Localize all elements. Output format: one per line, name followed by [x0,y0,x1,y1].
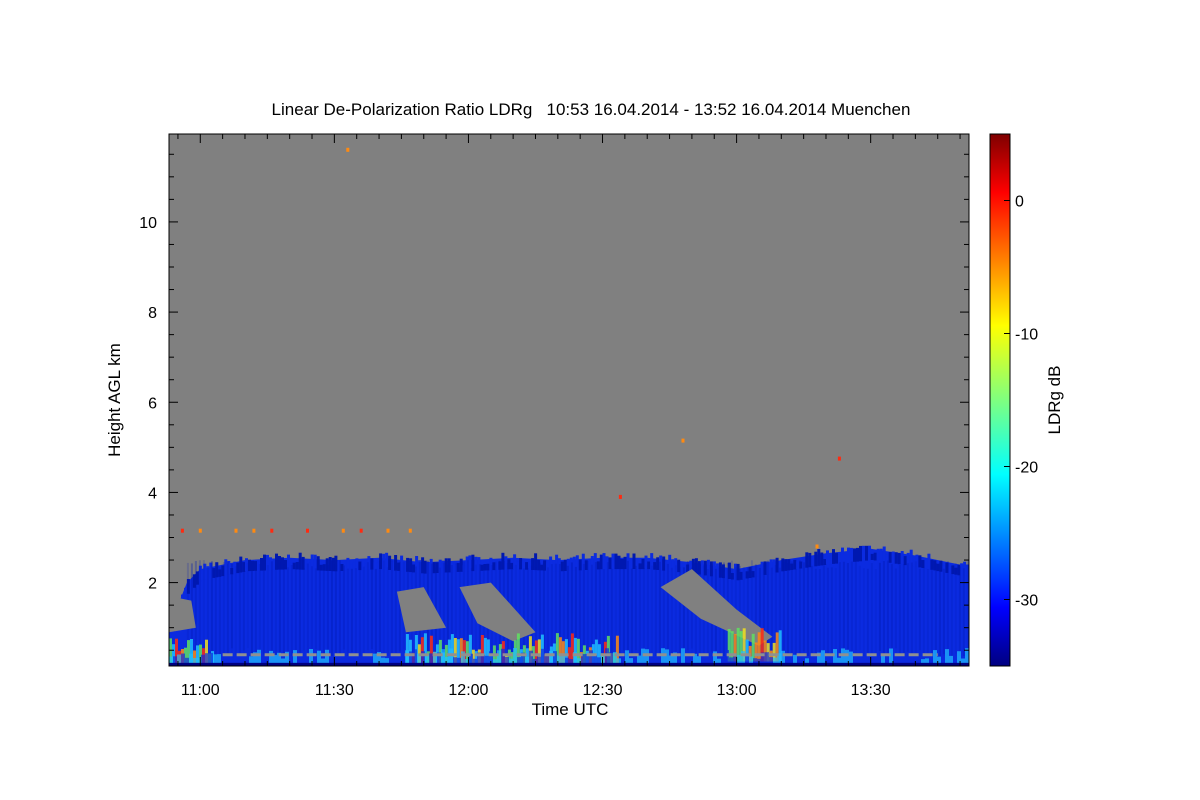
x-tick-label: 12:00 [448,682,488,699]
colorbar-tick-label: -20 [1015,460,1038,477]
chart-title: Linear De-Polarization Ratio LDRg 10:53 … [272,100,911,119]
colorbar-tick-label: -10 [1015,327,1038,344]
colorbar-tick-label: -30 [1015,593,1038,610]
y-tick-label: 10 [139,215,157,232]
x-tick-label: 13:00 [717,682,757,699]
x-tick-label: 12:30 [582,682,622,699]
ldr-chart: Linear De-Polarization Ratio LDRg 10:53 … [105,100,1064,719]
colorbar: 0 -10 -20 -30 [989,133,1038,667]
x-tick-label: 11:00 [181,682,220,699]
colorbar-gradient [989,133,1011,667]
x-tick-label: 13:30 [851,682,891,699]
heatmap-plot-area [168,133,970,667]
y-axis-label: Height AGL km [105,343,124,457]
y-tick-label: 4 [148,485,157,502]
y-tick-label: 2 [148,576,157,593]
y-tick-label: 8 [148,305,157,322]
colorbar-tick-label: 0 [1015,194,1024,211]
y-tick-label: 6 [148,395,157,412]
x-tick-label: 11:30 [315,682,354,699]
x-axis-label: Time UTC [532,700,609,719]
colorbar-label: LDRg dB [1045,366,1064,435]
